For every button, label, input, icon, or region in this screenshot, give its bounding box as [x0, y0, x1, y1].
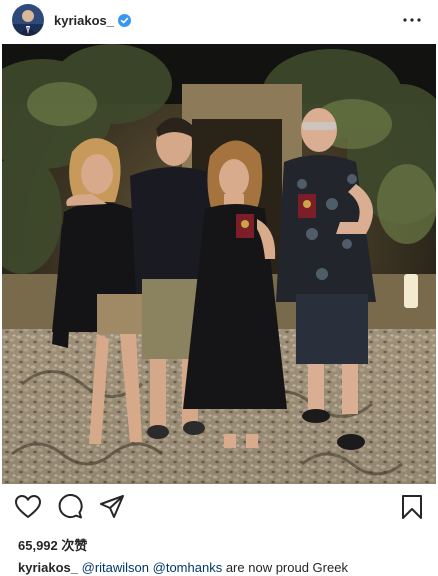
comment-icon[interactable] — [56, 493, 84, 521]
mention-ritawilson[interactable]: @ritawilson — [82, 560, 149, 575]
likes-count[interactable]: 65,992 次赞 — [18, 535, 87, 554]
caption-username[interactable]: kyriakos_ — [18, 560, 78, 575]
heart-icon[interactable] — [14, 493, 42, 521]
post-photo[interactable] — [2, 44, 436, 484]
caption-text: are now proud Greek — [225, 560, 348, 575]
bookmark-icon[interactable] — [398, 493, 426, 521]
post-header: kyriakos_ — [0, 0, 438, 40]
send-icon[interactable] — [98, 493, 126, 521]
post-image — [2, 44, 436, 484]
post-caption: kyriakos_ @ritawilson @tomhanks are now … — [18, 560, 438, 575]
more-options-icon[interactable] — [398, 6, 426, 34]
verified-badge-icon — [118, 13, 131, 27]
avatar[interactable] — [12, 4, 44, 36]
post-actions — [0, 493, 438, 523]
mention-tomhanks[interactable]: @tomhanks — [153, 560, 223, 575]
post-username[interactable]: kyriakos_ — [54, 13, 114, 28]
